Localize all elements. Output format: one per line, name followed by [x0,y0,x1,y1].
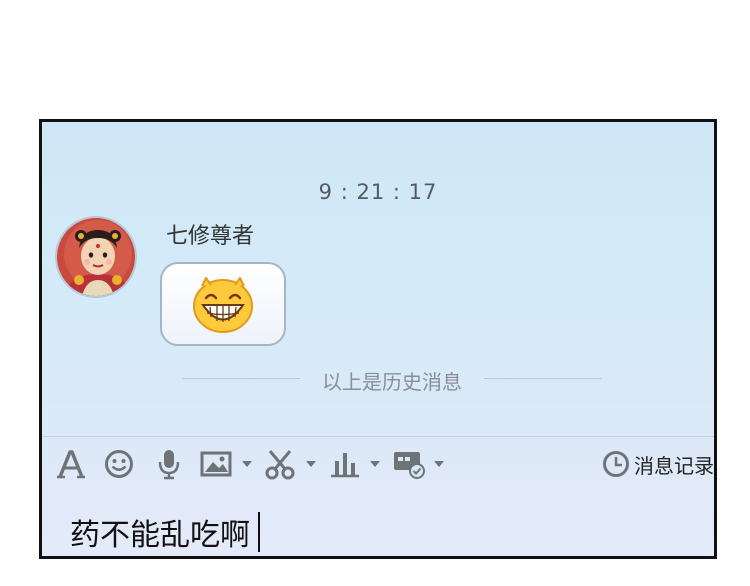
chevron-down-icon [306,461,316,467]
sender-name: 七修尊者 [166,224,255,249]
text-caret [258,512,260,552]
divider-line-right [484,378,602,379]
emoji-icon [105,450,133,478]
clock-icon [603,451,629,477]
message-history-button[interactable]: 消息记录 [602,448,714,480]
chat-window: 9 : 21 : 17 七修尊者 以上是历史消息 消息记录 药不能乱吃啊 [39,119,717,559]
scissors-icon [265,450,295,480]
image-button[interactable] [200,448,232,480]
chart-button[interactable] [330,448,360,480]
input-toolbar: 消息记录 [42,444,714,484]
voice-button[interactable] [156,448,182,480]
message-bubble[interactable] [160,262,286,346]
message-timestamp: 9 : 21 : 17 [318,180,438,204]
image-dropdown[interactable] [240,448,254,480]
remote-assist-dropdown[interactable] [432,448,446,480]
toolbar-separator [42,436,714,437]
history-divider: 以上是历史消息 [182,366,602,394]
font-icon [57,450,85,479]
microphone-icon [158,450,180,480]
chart-icon [331,453,359,478]
image-icon [200,451,232,477]
chevron-down-icon [242,461,252,467]
message-input[interactable]: 药不能乱吃啊 [70,510,260,554]
remote-assist-button[interactable] [392,448,426,480]
chart-dropdown[interactable] [368,448,382,480]
screenshot-dropdown[interactable] [304,448,318,480]
emoji-button[interactable] [104,448,134,480]
remote-assist-icon [394,452,425,479]
message-history-label: 消息记录 [634,453,714,478]
chevron-down-icon [434,461,444,467]
screenshot-button[interactable] [264,448,296,480]
chevron-down-icon [370,461,380,467]
grinning-face-emoji [193,277,253,333]
message-input-text: 药不能乱吃啊 [70,518,250,553]
avatar[interactable] [55,216,137,298]
history-divider-text: 以上是历史消息 [322,370,462,394]
font-button[interactable] [56,448,86,480]
